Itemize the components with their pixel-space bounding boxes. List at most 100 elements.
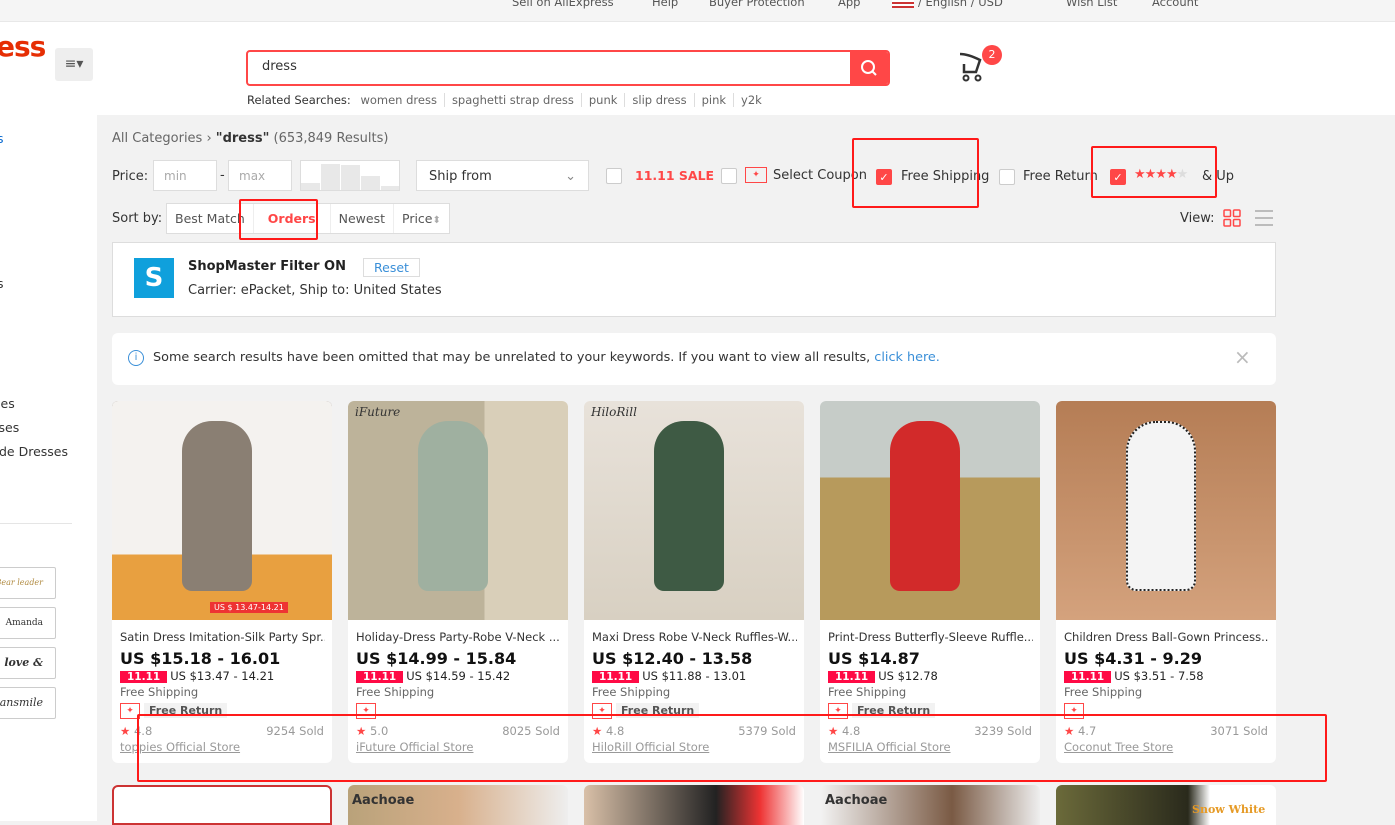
product-card[interactable]: HiloRill Maxi Dress Robe V-Neck Ruffles-… bbox=[584, 401, 804, 763]
search-button[interactable] bbox=[850, 52, 888, 84]
product-title[interactable]: Print-Dress Butterfly-Sleeve Ruffle... bbox=[828, 630, 1033, 644]
brand-watermark: Snow White bbox=[1192, 803, 1266, 816]
product-title[interactable]: Holiday-Dress Party-Robe V-Neck ... bbox=[356, 630, 561, 644]
price-label: Price: bbox=[112, 169, 149, 184]
sale-badge: 11.11 bbox=[828, 671, 876, 683]
product-image[interactable] bbox=[820, 401, 1040, 620]
logo[interactable]: ess bbox=[0, 30, 46, 63]
chevron-down-icon: ⌄ bbox=[565, 169, 576, 184]
product-title[interactable]: Satin Dress Imitation-Silk Party Spr... bbox=[120, 630, 325, 644]
sale-price: US $3.51 - 7.58 bbox=[1114, 669, 1204, 683]
category-menu-button[interactable]: ≡▾ bbox=[55, 48, 93, 81]
price-min-input[interactable]: min bbox=[153, 160, 217, 191]
sidebar-item[interactable]: ses bbox=[0, 396, 15, 411]
product-card[interactable]: iFuture Holiday-Dress Party-Robe V-Neck … bbox=[348, 401, 568, 763]
related-searches: Related Searches: women dress spaghetti s… bbox=[247, 93, 769, 107]
product-image[interactable]: HiloRill bbox=[584, 401, 804, 620]
sidebar-item[interactable]: s bbox=[0, 131, 4, 146]
sidebar-item[interactable]: de Dresses bbox=[0, 444, 68, 459]
coupon-checkbox[interactable] bbox=[721, 168, 737, 184]
product-card[interactable]: US $ 13.47-14.21 Satin Dress Imitation-S… bbox=[112, 401, 332, 763]
annotation-box bbox=[137, 714, 1327, 782]
annotation-box bbox=[852, 138, 979, 208]
sort-price[interactable]: Price⬍ bbox=[394, 204, 449, 233]
search-input[interactable] bbox=[262, 59, 842, 74]
shipping-info: Free Shipping bbox=[828, 685, 907, 699]
notice-message: Some search results have been omitted th… bbox=[153, 350, 871, 365]
sale-badge: 11.11 bbox=[356, 671, 404, 683]
product-title[interactable]: Maxi Dress Robe V-Neck Ruffles-W... bbox=[592, 630, 797, 644]
product-card[interactable]: Children Dress Ball-Gown Princess... US … bbox=[1056, 401, 1276, 763]
related-link[interactable]: y2k bbox=[733, 93, 769, 107]
list-view-icon[interactable] bbox=[1255, 209, 1275, 227]
sale-badge: 11.11 bbox=[592, 671, 640, 683]
account-link[interactable]: Account bbox=[1152, 0, 1198, 9]
sale-badge: 11.11 bbox=[1064, 671, 1112, 683]
wishlist-link[interactable]: Wish List bbox=[1066, 0, 1117, 9]
price-histogram[interactable] bbox=[300, 160, 400, 191]
click-here-link[interactable]: click here. bbox=[874, 350, 940, 365]
sale-price: US $13.47 - 14.21 bbox=[170, 669, 275, 683]
brand-logo[interactable]: Bear leader bbox=[0, 567, 56, 599]
product-title[interactable]: Children Dress Ball-Gown Princess... bbox=[1064, 630, 1269, 644]
product-price: US $12.40 - 13.58 bbox=[592, 649, 753, 668]
search-bar bbox=[246, 50, 890, 86]
product-image[interactable] bbox=[1056, 401, 1276, 620]
related-link[interactable]: pink bbox=[693, 93, 734, 107]
free-return-checkbox[interactable] bbox=[999, 169, 1015, 185]
related-link[interactable]: punk bbox=[580, 93, 625, 107]
reset-button[interactable]: Reset bbox=[363, 258, 420, 277]
close-icon[interactable]: × bbox=[1234, 345, 1251, 369]
product-image[interactable]: iFuture bbox=[348, 401, 568, 620]
sell-link[interactable]: Sell on AliExpress bbox=[512, 0, 614, 9]
sort-price-label: Price bbox=[402, 211, 433, 226]
related-link[interactable]: women dress bbox=[354, 93, 444, 107]
breadcrumb-root[interactable]: All Categories bbox=[112, 131, 202, 146]
shopmaster-title: ShopMaster Filter ON bbox=[188, 259, 346, 274]
search-icon bbox=[861, 60, 877, 76]
product-image[interactable]: US $ 13.47-14.21 bbox=[112, 401, 332, 620]
breadcrumb: All Categories › "dress" (653,849 Result… bbox=[112, 131, 389, 146]
category-sidebar: s s ses sses de Dresses Bear leader Aman… bbox=[0, 115, 97, 821]
product-price: US $14.87 bbox=[828, 649, 920, 668]
related-link[interactable]: spaghetti strap dress bbox=[443, 93, 581, 107]
shopmaster-details: Carrier: ePacket, Ship to: United States bbox=[188, 283, 442, 298]
brand-watermark: Aachoae bbox=[825, 793, 888, 808]
help-link[interactable]: Help bbox=[652, 0, 678, 9]
language-currency-selector[interactable]: / English / USD bbox=[918, 0, 1003, 9]
product-card[interactable]: Print-Dress Butterfly-Sleeve Ruffle... U… bbox=[820, 401, 1040, 763]
app-link[interactable]: App bbox=[838, 0, 860, 9]
sale-price: US $14.59 - 15.42 bbox=[406, 669, 511, 683]
notice-bar: i Some search results have been omitted … bbox=[112, 333, 1276, 385]
grid-view-icon[interactable] bbox=[1223, 209, 1241, 227]
sort-newest[interactable]: Newest bbox=[331, 204, 394, 233]
brand-watermark: HiloRill bbox=[591, 405, 637, 419]
sort-label: Sort by: bbox=[112, 211, 163, 226]
shipping-info: Free Shipping bbox=[356, 685, 435, 699]
sidebar-item[interactable]: s bbox=[0, 276, 4, 291]
sale-checkbox[interactable] bbox=[606, 168, 622, 184]
top-bar: Sell on AliExpress Help Buyer Protection… bbox=[0, 0, 1395, 22]
brand-logo[interactable]: ansmile bbox=[0, 687, 56, 719]
shipping-info: Free Shipping bbox=[592, 685, 671, 699]
brand-logo[interactable]: love & bella bbox=[0, 647, 56, 699]
ship-from-dropdown[interactable]: Ship from ⌄ bbox=[416, 160, 589, 191]
star-icon: ★ bbox=[120, 724, 131, 738]
buyer-protection-link[interactable]: Buyer Protection bbox=[709, 0, 805, 9]
notice-text: Some search results have been omitted th… bbox=[153, 350, 940, 365]
divider bbox=[0, 523, 72, 524]
product-card[interactable]: Aachoae bbox=[348, 785, 568, 825]
us-flag-icon bbox=[892, 0, 914, 8]
price-max-input[interactable]: max bbox=[228, 160, 292, 191]
product-price: US $4.31 - 9.29 bbox=[1064, 649, 1202, 668]
product-card[interactable] bbox=[112, 785, 332, 825]
sidebar-item[interactable]: sses bbox=[0, 420, 19, 435]
product-card[interactable] bbox=[584, 785, 804, 825]
product-card[interactable]: Aachoae bbox=[820, 785, 1040, 825]
brand-logo[interactable]: Amanda Chen bbox=[0, 607, 56, 658]
sort-arrows-icon: ⬍ bbox=[432, 215, 441, 226]
related-link[interactable]: slip dress bbox=[624, 93, 694, 107]
cart-count-badge: 2 bbox=[982, 45, 1002, 65]
product-card[interactable]: Snow White bbox=[1056, 785, 1276, 825]
sale-banner: US $ 13.47-14.21 bbox=[210, 602, 288, 613]
